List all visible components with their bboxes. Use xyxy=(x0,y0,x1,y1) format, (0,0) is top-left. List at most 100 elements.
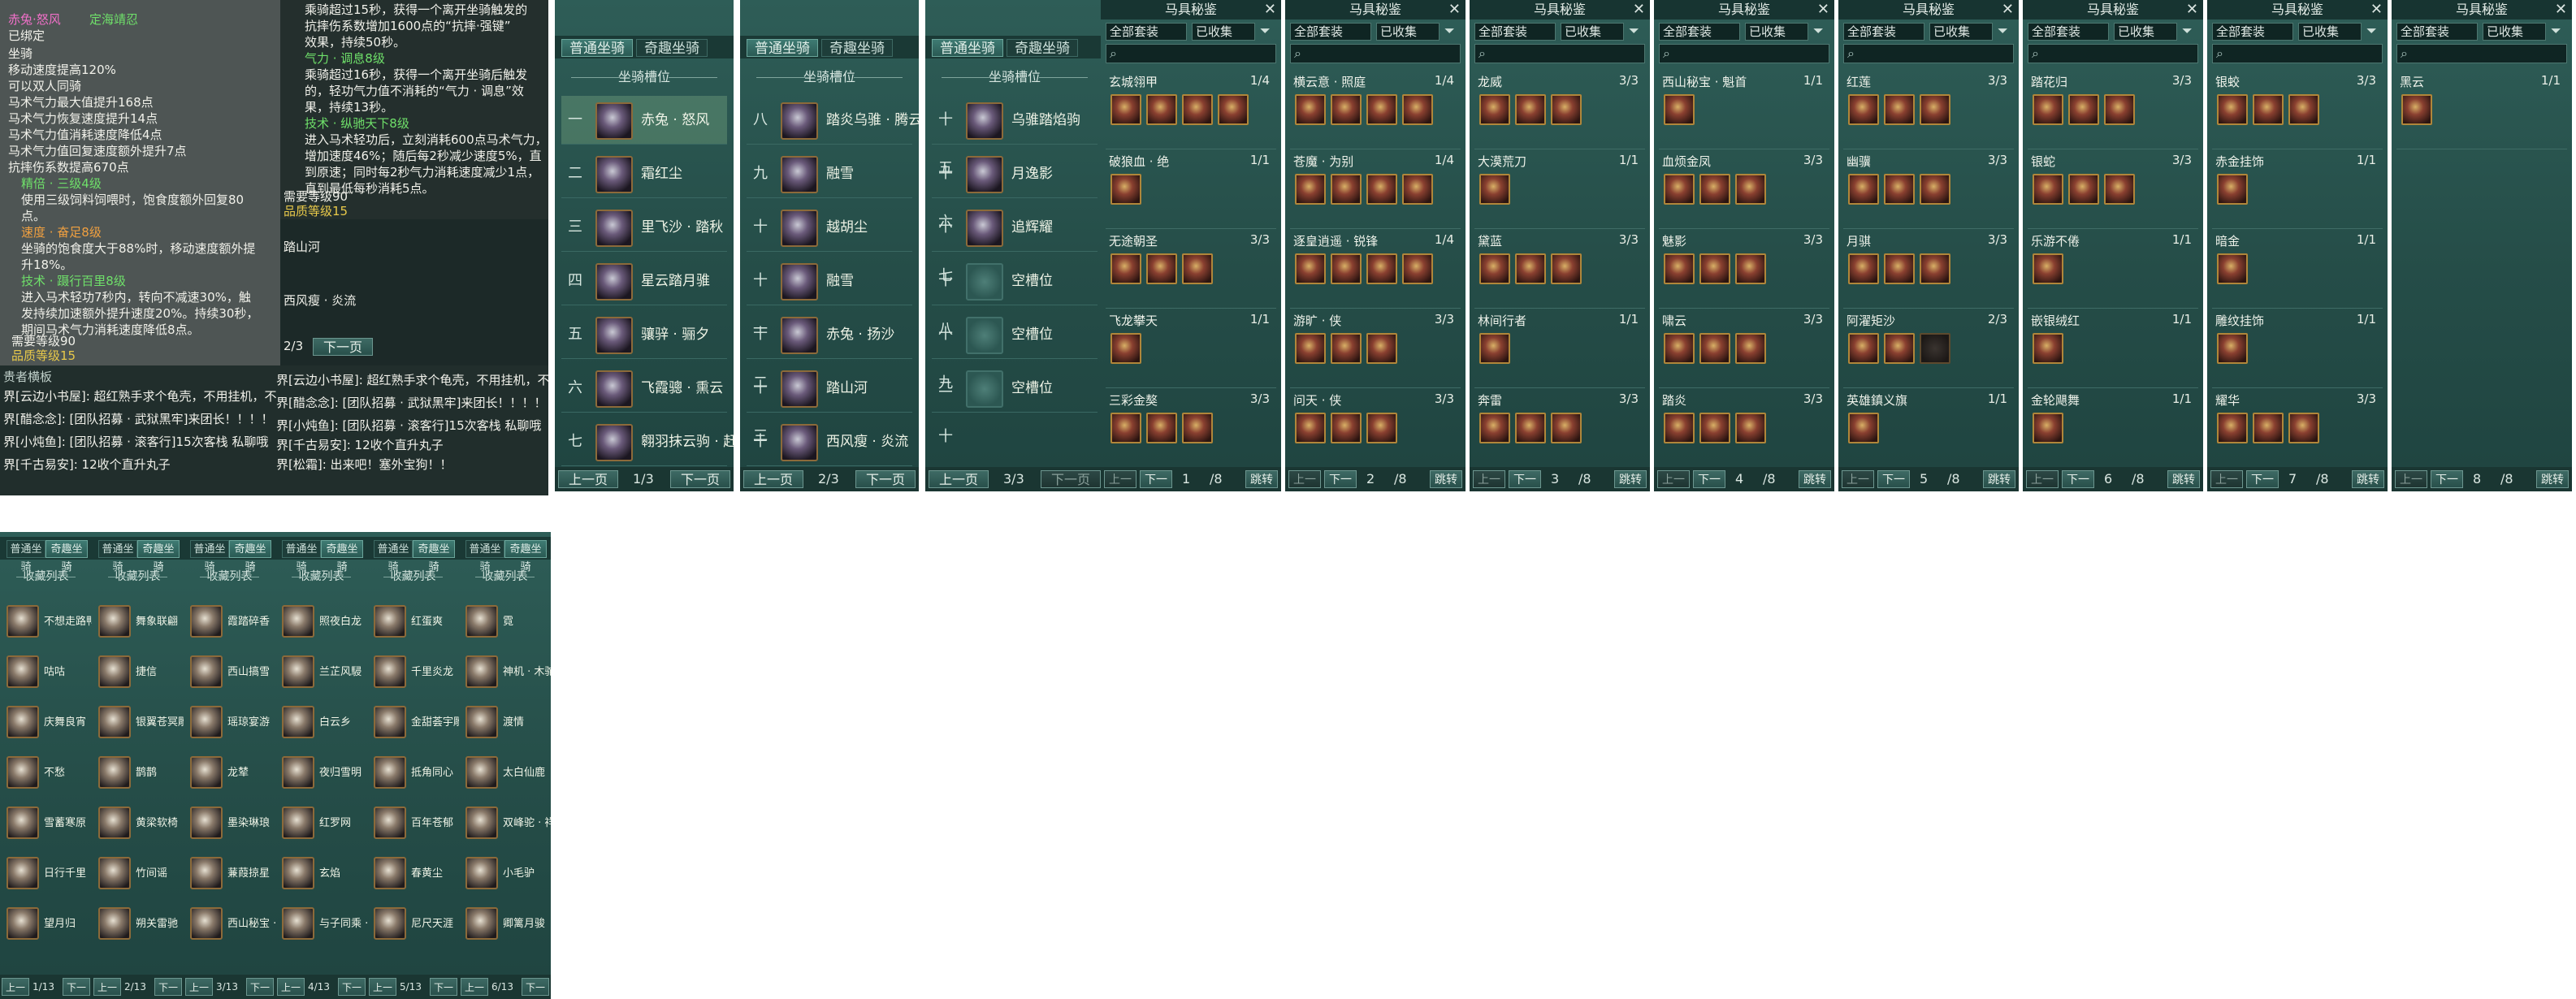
equip-piece-icon[interactable] xyxy=(1884,94,1915,125)
equip-piece-icon[interactable] xyxy=(2401,94,2432,125)
equip-set[interactable]: 英雄鎮义旗 1/1 xyxy=(1843,388,2014,468)
equip-piece-icon[interactable] xyxy=(1920,94,1950,125)
equip-set[interactable]: 耀华 3/3 xyxy=(2212,388,2383,468)
collection-item[interactable]: 蒹葭掠星 xyxy=(184,849,275,899)
equip-piece-icon[interactable] xyxy=(1295,413,1326,443)
collection-item[interactable]: 夜归雪明 xyxy=(275,748,367,798)
next-page-button[interactable]: 下一页 xyxy=(522,978,549,996)
mount-slot[interactable]: 二 霜红尘 xyxy=(561,149,727,198)
collection-item[interactable]: 春黄尘 xyxy=(367,849,459,899)
equip-piece-icon[interactable] xyxy=(1920,333,1950,364)
filter-icon[interactable]: ⏷ xyxy=(2182,23,2197,41)
equip-piece-icon[interactable] xyxy=(2033,94,2063,125)
equip-piece-icon[interactable] xyxy=(1479,253,1510,284)
map-name[interactable]: 踏山河 xyxy=(284,239,320,255)
equip-piece-icon[interactable] xyxy=(1664,333,1695,364)
collection-item[interactable]: 抵角同心 xyxy=(367,748,459,798)
jump-button[interactable]: 跳转 xyxy=(1430,470,1462,488)
collection-item[interactable]: 日行千里 xyxy=(0,849,92,899)
equip-piece-icon[interactable] xyxy=(1110,413,1141,443)
equip-piece-icon[interactable] xyxy=(2217,174,2248,205)
equip-piece-icon[interactable] xyxy=(1551,253,1582,284)
equip-piece-icon[interactable] xyxy=(1331,333,1362,364)
tab-normal-mounts[interactable]: 普通坐骑 xyxy=(190,540,229,573)
set-filter-dropdown[interactable]: 全部套装 xyxy=(2028,23,2109,41)
equip-piece-icon[interactable] xyxy=(1366,413,1397,443)
collection-item[interactable]: 红蛋爽 xyxy=(367,597,459,647)
filter-icon[interactable]: ⏷ xyxy=(1260,23,1275,41)
prev-page-button[interactable]: 上一页 xyxy=(369,978,396,996)
equip-set[interactable]: 逐皇逍遥 · 锐锋 1/4 xyxy=(1290,229,1461,309)
equip-piece-icon[interactable] xyxy=(1664,174,1695,205)
collection-item[interactable]: 鹊鹊 xyxy=(92,748,184,798)
equip-piece-icon[interactable] xyxy=(1551,413,1582,443)
equip-piece-icon[interactable] xyxy=(1366,94,1397,125)
tab-wonder-mounts[interactable]: 奇趣坐骑 xyxy=(1007,39,1078,57)
set-filter-dropdown[interactable]: 全部套装 xyxy=(1290,23,1371,41)
filter-icon[interactable]: ⏷ xyxy=(1998,23,2012,41)
equip-set[interactable]: 血烦金凤 3/3 xyxy=(1659,149,1829,229)
prev-page-button[interactable]: 上一页 xyxy=(2,978,29,996)
filter-icon[interactable]: ⏷ xyxy=(1444,23,1459,41)
next-page-button[interactable]: 下一页 xyxy=(246,978,274,996)
collection-item[interactable]: 渡情 xyxy=(459,698,551,748)
mount-slot[interactable]: 十五 乌骓踏焰驹 xyxy=(932,96,1098,177)
collection-item[interactable]: 不愁 xyxy=(0,748,92,798)
equip-piece-icon[interactable] xyxy=(1699,174,1730,205)
equip-set[interactable]: 阿濯矩沙 2/3 xyxy=(1843,309,2014,388)
equip-piece-icon[interactable] xyxy=(1182,253,1213,284)
equip-piece-icon[interactable] xyxy=(1366,253,1397,284)
prev-page-button[interactable]: 上一页 xyxy=(93,978,121,996)
equip-piece-icon[interactable] xyxy=(1295,253,1326,284)
page-number-input[interactable]: 3 xyxy=(1551,470,1559,488)
collected-filter-dropdown[interactable]: 已收集 xyxy=(1929,23,1993,41)
equip-set[interactable]: 龙威 3/3 xyxy=(1474,70,1645,149)
collection-item[interactable]: 照夜白龙 xyxy=(275,597,367,647)
equip-set[interactable]: 大漠荒刀 1/1 xyxy=(1474,149,1645,229)
mount-slot[interactable]: 三 里飞沙 · 踏秋 xyxy=(561,203,727,252)
equip-piece-icon[interactable] xyxy=(1331,174,1362,205)
equip-set[interactable]: 西山秘宝 · 魁首 1/1 xyxy=(1659,70,1829,149)
close-icon[interactable]: ✕ xyxy=(2555,2,2567,18)
equip-piece-icon[interactable] xyxy=(1182,413,1213,443)
collection-item[interactable]: 兰芷风駸 xyxy=(275,647,367,698)
close-icon[interactable]: ✕ xyxy=(1448,2,1461,18)
mount-slot[interactable]: 十七 追辉耀 xyxy=(932,203,1098,284)
mount-slot[interactable]: 六 飞霞骢 · 熏云 xyxy=(561,364,727,413)
equip-piece-icon[interactable] xyxy=(1664,413,1695,443)
prev-page-button[interactable]: 上一页 xyxy=(1104,470,1136,488)
prev-page-button[interactable]: 上一页 xyxy=(1657,470,1690,488)
collected-filter-dropdown[interactable]: 已收集 xyxy=(1192,23,1255,41)
prev-page-button[interactable]: 上一页 xyxy=(277,978,305,996)
prev-page-button[interactable]: 上一页 xyxy=(2210,470,2243,488)
equip-set[interactable]: 问天 · 侠 3/3 xyxy=(1290,388,1461,468)
equip-set[interactable]: 嵌银绒红 1/1 xyxy=(2028,309,2198,388)
collection-item[interactable]: 捷信 xyxy=(92,647,184,698)
equip-piece-icon[interactable] xyxy=(2033,174,2063,205)
jump-button[interactable]: 跳转 xyxy=(1614,470,1647,488)
equip-set[interactable]: 赤金挂饰 1/1 xyxy=(2212,149,2383,229)
mount-slot[interactable]: 十四 西风瘦 · 炎流 xyxy=(747,417,912,491)
tab-wonder-mounts[interactable]: 奇趣坐骑 xyxy=(504,540,547,573)
equip-set[interactable]: 踏炎 3/3 xyxy=(1659,388,1829,468)
equip-piece-icon[interactable] xyxy=(1146,94,1177,125)
equip-piece-icon[interactable] xyxy=(1699,253,1730,284)
equip-piece-icon[interactable] xyxy=(1735,413,1766,443)
page-number-input[interactable]: 4 xyxy=(1735,470,1743,488)
page-number-input[interactable]: 8 xyxy=(2473,470,2481,488)
close-icon[interactable]: ✕ xyxy=(2186,2,2198,18)
tab-wonder-mounts[interactable]: 奇趣坐骑 xyxy=(636,39,708,57)
prev-page-button[interactable]: 上一页 xyxy=(558,470,618,488)
equip-set[interactable]: 银蛟 3/3 xyxy=(2212,70,2383,149)
collection-item[interactable]: 雪蓄寒原 xyxy=(0,798,92,849)
equip-piece-icon[interactable] xyxy=(1664,253,1695,284)
next-page-button[interactable]: 下一页 xyxy=(1877,470,1910,488)
mount-slot[interactable]: 十三 踏山河 xyxy=(747,364,912,445)
mount-slot[interactable]: 七 翱羽抹云驹 · 赶月 xyxy=(561,417,734,466)
next-page-button[interactable]: 下一页 xyxy=(313,338,373,356)
jump-button[interactable]: 跳转 xyxy=(1799,470,1831,488)
equip-set[interactable]: 雕纹挂饰 1/1 xyxy=(2212,309,2383,388)
collection-item[interactable]: 竹间谣 xyxy=(92,849,184,899)
equip-piece-icon[interactable] xyxy=(2217,413,2248,443)
close-icon[interactable]: ✕ xyxy=(2370,2,2383,18)
